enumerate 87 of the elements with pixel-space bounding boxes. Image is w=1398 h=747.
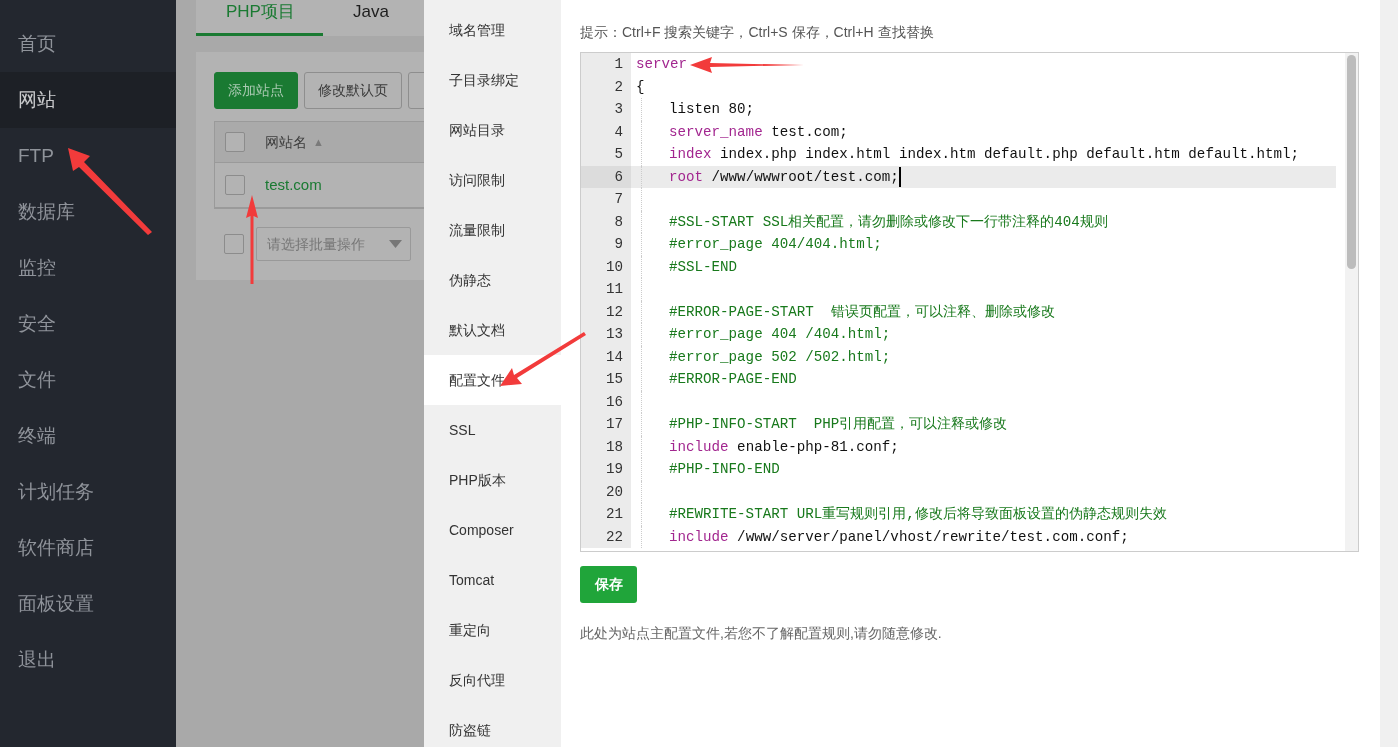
- line-number: 9: [581, 233, 631, 256]
- code-text: #SSL-START SSL相关配置，请勿删除或修改下一行带注释的404规则: [669, 212, 1108, 232]
- select-placeholder: 请选择批量操作: [267, 234, 365, 254]
- code-editor[interactable]: [580, 52, 1359, 552]
- sidebar-item[interactable]: 数据库: [0, 184, 83, 240]
- sidebar-item[interactable]: FTP: [0, 128, 62, 184]
- menu-item[interactable]: 子目录绑定: [424, 55, 561, 105]
- sidebar-item[interactable]: 计划任务: [0, 464, 102, 520]
- menu-item[interactable]: 访问限制: [424, 155, 561, 205]
- code-text: include: [669, 437, 729, 457]
- sidebar-item[interactable]: 软件商店: [0, 520, 102, 576]
- menu-item[interactable]: 伪静态: [424, 255, 561, 305]
- line-number: 10: [581, 255, 631, 278]
- code-text: listen 80;: [669, 100, 755, 119]
- line-number: 3: [581, 98, 631, 121]
- menu-item[interactable]: Tomcat: [424, 555, 561, 605]
- line-number: 4: [581, 120, 631, 143]
- code-text: #ERROR-PAGE-START 错误页配置，可以注释、删除或修改: [669, 302, 1055, 322]
- code-text: root: [669, 167, 704, 187]
- sidebar-item[interactable]: 监控: [0, 240, 64, 296]
- menu-item[interactable]: SSL: [424, 405, 561, 455]
- code-text: #error_page 502 /502.html;: [669, 347, 891, 367]
- checkbox[interactable]: [225, 175, 245, 195]
- text-cursor: [898, 166, 901, 187]
- menu-item[interactable]: Composer: [424, 505, 561, 555]
- toolbar-button[interactable]: 添加站点: [214, 72, 298, 109]
- tab[interactable]: Java: [322, 0, 417, 36]
- column-header[interactable]: 网站名: [265, 131, 307, 153]
- line-number: 12: [581, 300, 631, 323]
- code-text: /www/server/panel/vhost/rewrite/test.com.conf;: [736, 527, 1129, 547]
- sidebar-item[interactable]: 面板设置: [0, 576, 102, 632]
- code-text: #PHP-INFO-START PHP引用配置，可以注释或修改: [669, 415, 1008, 434]
- code-text: test.com;: [770, 122, 848, 142]
- save-button[interactable]: 保存: [580, 566, 637, 603]
- code-text: #error_page 404/404.html;: [669, 235, 882, 254]
- code-text: #error_page 404 /404.html;: [669, 325, 891, 344]
- line-number: 20: [581, 480, 631, 503]
- line-number: 16: [581, 390, 631, 413]
- line-number: 2: [581, 75, 631, 98]
- caret-icon: [389, 240, 402, 248]
- line-number: 7: [581, 188, 631, 211]
- line-number: 15: [581, 368, 631, 391]
- checkbox[interactable]: [224, 234, 244, 254]
- code-text: enable-php-81.conf;: [736, 437, 899, 457]
- sidebar-item[interactable]: 文件: [0, 352, 64, 408]
- line-number: 21: [581, 503, 631, 526]
- hint-text: 提示：Ctrl+F 搜索关键字，Ctrl+S 保存，Ctrl+H 查找替换: [580, 23, 935, 42]
- menu-item[interactable]: 重定向: [424, 605, 561, 655]
- toolbar-button[interactable]: 修改默认页: [304, 72, 402, 109]
- checkbox[interactable]: [225, 132, 245, 152]
- line-number: 6: [581, 165, 631, 188]
- menu-item[interactable]: 反向代理: [424, 655, 561, 705]
- code-text: #REWRITE-START URL重写规则引用,修改后将导致面板设置的伪静态规则失效: [669, 505, 1167, 524]
- code-text: index.php index.html index.htm default.php default.htm default.html;: [719, 145, 1300, 164]
- line-number: 22: [581, 525, 631, 548]
- line-number: 19: [581, 458, 631, 481]
- sidebar-item[interactable]: 首页: [0, 16, 64, 72]
- code-text: server: [636, 55, 688, 74]
- menu-item[interactable]: 域名管理: [424, 5, 561, 55]
- code-text: #ERROR-PAGE-END: [669, 370, 797, 389]
- code-text: /www/wwwroot/test.com;: [710, 167, 899, 187]
- line-number: 14: [581, 345, 631, 368]
- line-number: 11: [581, 278, 631, 301]
- code-text: include: [669, 527, 729, 547]
- code-text: #PHP-INFO-END: [669, 460, 780, 479]
- menu-item[interactable]: PHP版本: [424, 455, 561, 505]
- line-number: 13: [581, 323, 631, 346]
- menu-item[interactable]: 防盗链: [424, 705, 561, 747]
- menu-item[interactable]: 流量限制: [424, 205, 561, 255]
- scrollbar[interactable]: [1345, 53, 1358, 551]
- line-number: 18: [581, 435, 631, 458]
- sidebar-item[interactable]: 退出: [0, 632, 64, 688]
- sidebar-item[interactable]: 网站: [0, 72, 176, 128]
- line-number: 17: [581, 413, 631, 436]
- line-number: 8: [581, 210, 631, 233]
- sidebar-item[interactable]: 终端: [0, 408, 64, 464]
- line-number: 5: [581, 143, 631, 166]
- code-text: #SSL-END: [669, 257, 738, 277]
- code-text: index: [669, 145, 712, 164]
- code-text: {: [636, 77, 645, 97]
- menu-item[interactable]: 配置文件: [424, 355, 561, 405]
- code-text: server_name: [669, 122, 763, 142]
- menu-item[interactable]: 默认文档: [424, 305, 561, 355]
- menu-item[interactable]: 网站目录: [424, 105, 561, 155]
- note-text: 此处为站点主配置文件,若您不了解配置规则,请勿随意修改.: [580, 624, 943, 643]
- sidebar-item[interactable]: 安全: [0, 296, 64, 352]
- line-number: 1: [581, 53, 631, 76]
